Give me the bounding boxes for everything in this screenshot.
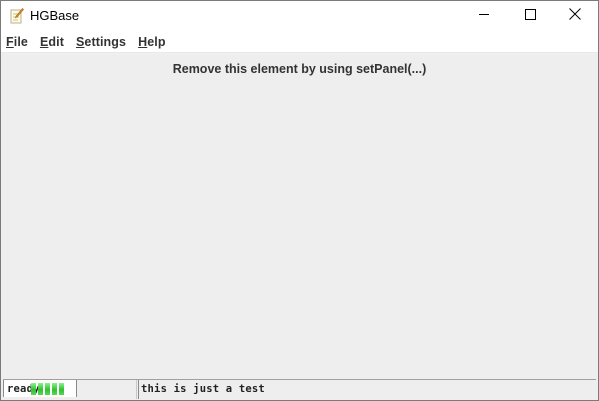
- menu-edit[interactable]: Edit: [34, 35, 70, 49]
- window-title: HGBase: [30, 8, 80, 23]
- maximize-icon: [524, 7, 536, 25]
- menu-file-label: ile: [13, 34, 28, 49]
- menu-help[interactable]: Help: [132, 35, 172, 49]
- progress-block: [31, 383, 36, 395]
- progress-indicator: [31, 383, 64, 395]
- status-ready: ready: [3, 380, 139, 399]
- menu-file-mnemonic: F: [6, 34, 14, 49]
- menu-bar: File Edit Settings Help: [1, 31, 598, 52]
- placeholder-label: Remove this element by using setPanel(..…: [172, 62, 427, 76]
- maximize-button[interactable]: [507, 1, 553, 31]
- close-button[interactable]: [552, 1, 598, 31]
- progress-block: [52, 383, 57, 395]
- menu-settings[interactable]: Settings: [70, 35, 132, 49]
- menu-help-mnemonic: H: [138, 34, 148, 49]
- minimize-button[interactable]: [461, 1, 507, 31]
- menu-settings-label: ettings: [84, 34, 127, 49]
- progress-block: [38, 383, 43, 395]
- notepad-pencil-icon: [10, 8, 24, 24]
- menu-file[interactable]: File: [1, 35, 34, 49]
- title-bar[interactable]: HGBase: [1, 1, 598, 31]
- close-icon: [569, 7, 581, 25]
- status-message: this is just a test: [136, 380, 481, 399]
- progress-block: [45, 383, 50, 395]
- menu-edit-label: dit: [48, 34, 64, 49]
- content-panel: Remove this element by using setPanel(..…: [1, 54, 598, 378]
- status-end-cell: [554, 380, 596, 399]
- menu-help-label: elp: [147, 34, 166, 49]
- minimize-icon: [478, 7, 490, 25]
- progress-block: [59, 383, 64, 395]
- main-window: HGBase File Edit Settings Help Remove th…: [0, 0, 599, 401]
- status-bar: ready this is just a test: [3, 379, 596, 399]
